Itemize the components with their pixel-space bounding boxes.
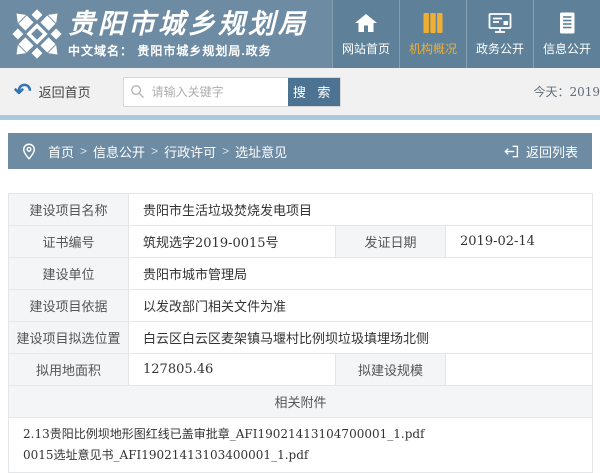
breadcrumb-separator: > xyxy=(80,144,87,158)
nav-tab-label: 政务公开 xyxy=(476,40,524,57)
exit-left-icon xyxy=(503,144,519,159)
monitor-icon xyxy=(487,11,513,35)
field-value: 贵阳市生活垃圾焚烧发电项目 xyxy=(129,194,593,226)
nav-tab-gov-affairs[interactable]: 政务公开 xyxy=(466,0,533,68)
nav-tab-label: 信息公开 xyxy=(543,40,591,57)
search-input[interactable] xyxy=(152,78,288,106)
attachments-cell: 2.13贵阳比例坝地形图红线已盖审批章_AFI19021413104700001… xyxy=(9,418,593,473)
nav-tab-home[interactable]: 网站首页 xyxy=(332,0,399,68)
table-row: 证书编号 筑规选字2019-0015号 发证日期 2019-02-14 xyxy=(9,226,593,258)
breadcrumb-admin-permit[interactable]: 行政许可 xyxy=(164,142,216,161)
site-header: 贵阳市城乡规划局 中文域名： 贵阳市城乡规划局.政务 网站首页 机构概况 xyxy=(0,0,600,68)
permit-detail-table: 建设项目名称 贵阳市生活垃圾焚烧发电项目 证书编号 筑规选字2019-0015号… xyxy=(8,193,593,473)
document-icon xyxy=(554,11,580,35)
accent-strip xyxy=(0,115,600,120)
field-value: 贵阳市城市管理局 xyxy=(129,258,593,290)
table-row: 相关附件 xyxy=(9,386,593,418)
today-date-label: 今天：2019年 xyxy=(533,83,600,100)
table-row: 建设项目拟选位置 白云区白云区麦架镇马堰村比例坝垃圾填埋场北侧 xyxy=(9,322,593,354)
back-to-list-label: 返回列表 xyxy=(526,142,578,161)
table-row: 建设项目名称 贵阳市生活垃圾焚烧发电项目 xyxy=(9,194,593,226)
attachment-pdf-link[interactable]: 2.13贵阳比例坝地形图红线已盖审批章_AFI19021413104700001… xyxy=(23,424,578,445)
location-pin-icon xyxy=(22,143,36,160)
home-icon xyxy=(353,11,379,35)
nav-tab-label: 网站首页 xyxy=(342,40,390,57)
breadcrumb-home[interactable]: 首页 xyxy=(48,142,74,161)
back-to-list-button[interactable]: 返回列表 xyxy=(503,142,578,161)
field-label: 建设单位 xyxy=(9,258,129,290)
field-value: 以发改部门相关文件为准 xyxy=(129,290,593,322)
field-label: 拟用地面积 xyxy=(9,354,129,386)
field-label: 建设项目名称 xyxy=(9,194,129,226)
field-label: 建设项目拟选位置 xyxy=(9,322,129,354)
field-value: 127805.46 xyxy=(129,354,336,386)
table-row: 建设项目依据 以发改部门相关文件为准 xyxy=(9,290,593,322)
search-button[interactable]: 搜 索 xyxy=(288,78,340,106)
table-row: 建设单位 贵阳市城市管理局 xyxy=(9,258,593,290)
field-value: 2019-02-14 xyxy=(446,226,593,258)
breadcrumb-site-selection[interactable]: 选址意见 xyxy=(235,142,287,161)
field-label: 拟建设规模 xyxy=(336,354,446,386)
back-arrow-icon: ↶ xyxy=(14,82,32,102)
nav-tab-info-disclosure[interactable]: 信息公开 xyxy=(533,0,600,68)
books-icon xyxy=(420,11,446,35)
nav-tab-org-overview[interactable]: 机构概况 xyxy=(399,0,466,68)
table-row: 2.13贵阳比例坝地形图红线已盖审批章_AFI19021413104700001… xyxy=(9,418,593,473)
search-icon xyxy=(124,78,152,106)
field-value xyxy=(446,354,593,386)
search-box: 搜 索 xyxy=(123,77,341,107)
domain-name-line: 中文域名： 贵阳市城乡规划局.政务 xyxy=(68,42,308,59)
attachment-pdf-link[interactable]: 0015选址意见书_AFI19021413103400001_1.pdf xyxy=(23,445,578,466)
main-nav: 网站首页 机构概况 政务公开 xyxy=(332,0,600,68)
page-title: 贵阳市城乡规划局 xyxy=(68,10,308,40)
back-home-label: 返回首页 xyxy=(39,82,91,101)
table-row: 拟用地面积 127805.46 拟建设规模 xyxy=(9,354,593,386)
toolbar: ↶ 返回首页 搜 索 今天：2019年 xyxy=(0,68,600,115)
attachments-header: 相关附件 xyxy=(9,386,593,418)
field-value: 白云区白云区麦架镇马堰村比例坝垃圾填埋场北侧 xyxy=(129,322,593,354)
field-label: 建设项目依据 xyxy=(9,290,129,322)
field-label: 发证日期 xyxy=(336,226,446,258)
field-value: 筑规选字2019-0015号 xyxy=(129,226,336,258)
breadcrumb-info-disclosure[interactable]: 信息公开 xyxy=(93,142,145,161)
back-home-button[interactable]: ↶ 返回首页 xyxy=(14,82,91,102)
breadcrumb-separator: > xyxy=(151,144,158,158)
bureau-logo-icon xyxy=(8,5,66,63)
breadcrumb-separator: > xyxy=(222,144,229,158)
field-label: 证书编号 xyxy=(9,226,129,258)
breadcrumb: 首页 > 信息公开 > 行政许可 > 选址意见 返回列表 xyxy=(8,133,592,169)
nav-tab-label: 机构概况 xyxy=(409,40,457,57)
